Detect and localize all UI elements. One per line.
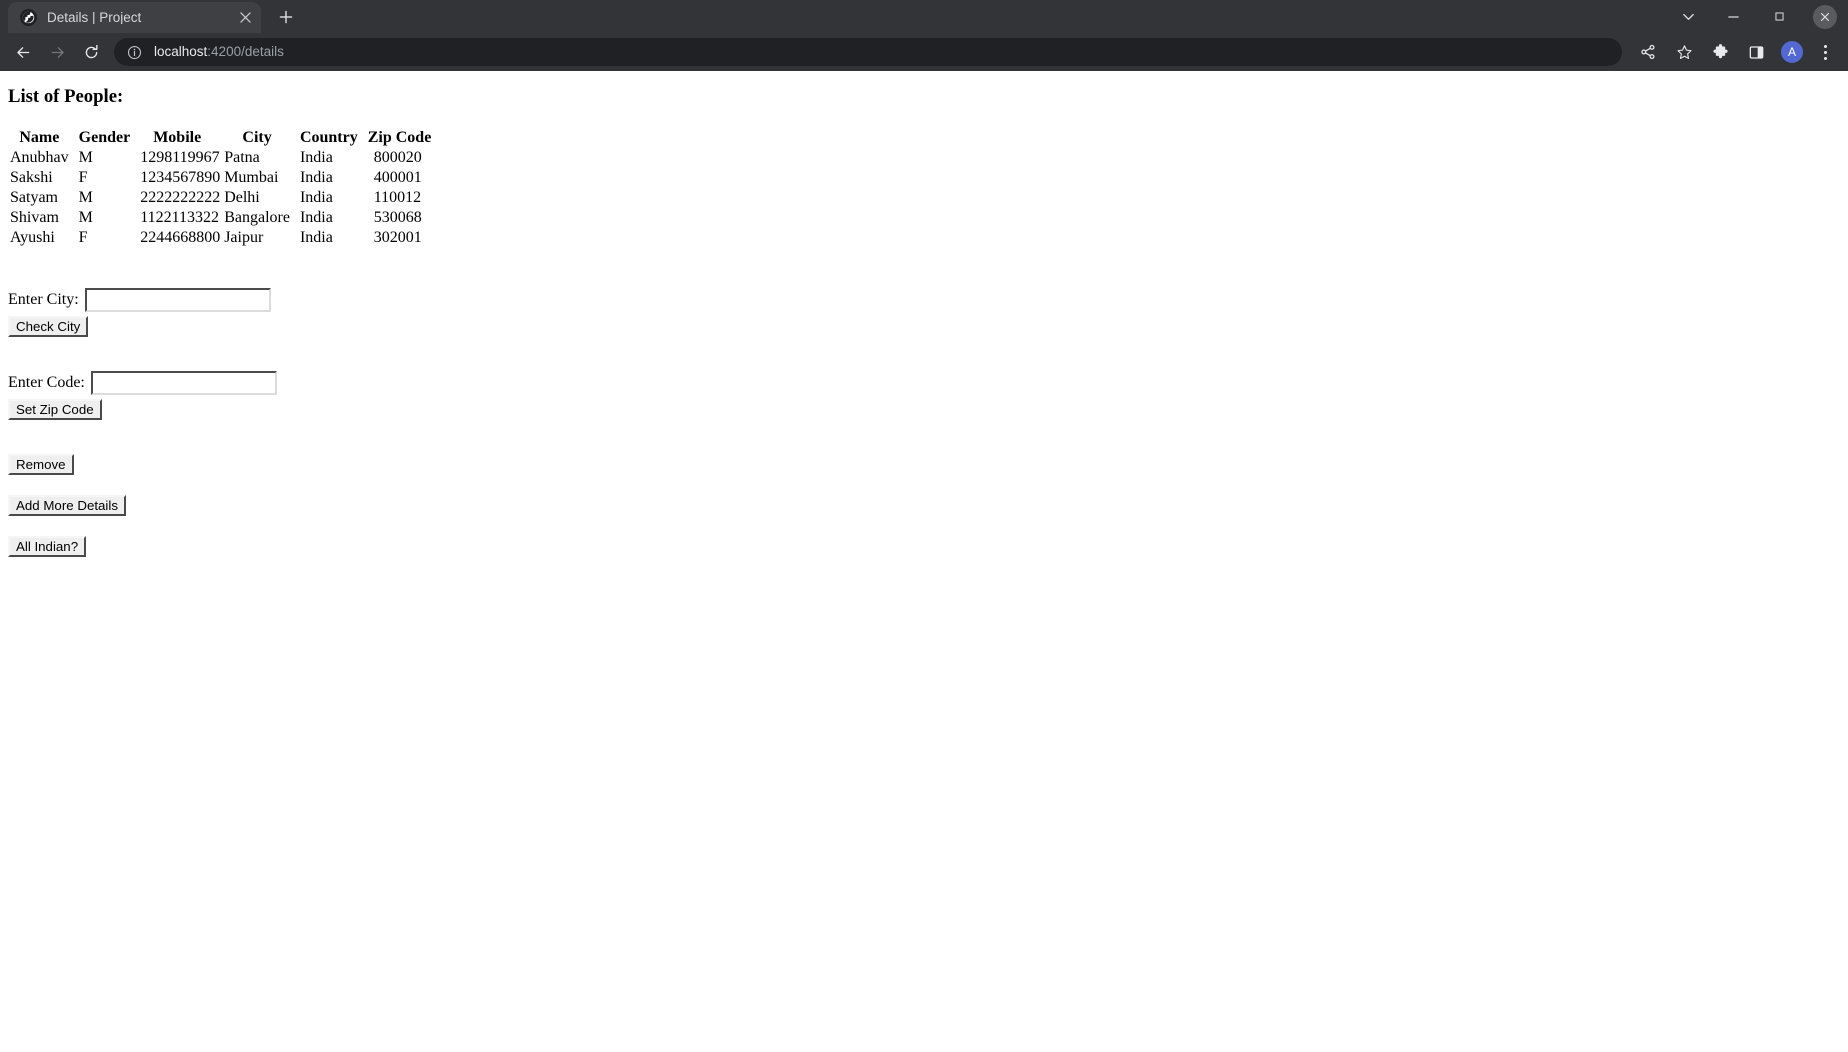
- address-bar[interactable]: localhost:4200/details: [114, 38, 1622, 66]
- browser-window: Details | Project localhost:4200/details…: [0, 0, 1848, 1052]
- cell-country: India: [299, 168, 333, 186]
- cell-country: India: [299, 208, 333, 226]
- cell-country: India: [299, 228, 333, 246]
- extensions-puzzle-icon[interactable]: [1705, 37, 1735, 67]
- column-header-mobile: Mobile: [153, 128, 202, 146]
- bookmark-star-icon[interactable]: [1669, 37, 1699, 67]
- column-header-zip: Zip Code: [367, 128, 432, 146]
- cell-mobile: 1234567890: [140, 168, 221, 186]
- cell-city: Bangalore: [224, 208, 290, 226]
- page-title: List of People:: [8, 86, 124, 107]
- code-label: Enter Code:: [8, 373, 85, 391]
- cell-name: Satyam: [10, 188, 58, 206]
- add-more-details-row: Add More Details: [8, 494, 1840, 516]
- tab-strip: Details | Project: [0, 0, 1848, 33]
- check-city-button[interactable]: Check City: [8, 315, 89, 337]
- avatar: A: [1781, 41, 1803, 63]
- info-circle-icon[interactable]: [126, 44, 142, 60]
- column-header-gender: Gender: [78, 128, 131, 146]
- address-bar-text: localhost:4200/details: [154, 45, 284, 59]
- browser-tab-details[interactable]: Details | Project: [8, 2, 261, 33]
- window-controls: [1666, 0, 1848, 33]
- globe-icon: [20, 9, 37, 26]
- city-form-row: Enter City:: [8, 287, 1840, 312]
- minimize-icon[interactable]: [1710, 0, 1756, 33]
- forward-button-icon[interactable]: [40, 37, 74, 67]
- table-row: Satyam M 2222222222 Delhi India 110012: [8, 188, 439, 208]
- table-row: Ayushi F 2244668800 Jaipur India 302001: [8, 228, 439, 248]
- table-header-row: Name Gender Mobile City Country Zip Code: [8, 128, 439, 148]
- cell-gender: F: [78, 228, 88, 246]
- page-viewport: List of People: Name Gender Mobile City …: [0, 71, 1848, 1052]
- table-row: Anubhav M 1298119967 Patna India 800020: [8, 148, 439, 168]
- cell-city: Delhi: [224, 188, 260, 206]
- all-indian-row: All Indian?: [8, 535, 1840, 557]
- reload-button-icon[interactable]: [74, 37, 108, 67]
- cell-name: Sakshi: [10, 168, 53, 186]
- column-header-city: City: [242, 128, 272, 146]
- people-table-body: Anubhav M 1298119967 Patna India 800020 …: [8, 148, 439, 248]
- cell-name: Anubhav: [10, 148, 69, 166]
- set-zip-code-button[interactable]: Set Zip Code: [8, 398, 102, 420]
- remove-row: Remove: [8, 453, 1840, 475]
- address-bar-host: localhost: [154, 45, 208, 59]
- tab-search-chevron-down-icon[interactable]: [1666, 0, 1710, 33]
- tab-title: Details | Project: [47, 10, 142, 25]
- cell-country: India: [299, 188, 333, 206]
- cell-gender: M: [78, 208, 93, 226]
- chrome-menu-icon[interactable]: [1812, 37, 1838, 67]
- cell-mobile: 2244668800: [140, 228, 221, 246]
- remove-button[interactable]: Remove: [8, 453, 74, 475]
- add-more-details-button[interactable]: Add More Details: [8, 494, 126, 516]
- browser-toolbar: localhost:4200/details A: [0, 33, 1848, 71]
- set-zip-code-row: Set Zip Code: [8, 398, 1840, 420]
- cell-zip: 302001: [373, 228, 422, 246]
- cell-mobile: 2222222222: [140, 188, 221, 206]
- address-bar-path: :4200/details: [207, 45, 284, 59]
- column-header-name: Name: [19, 128, 60, 146]
- code-input[interactable]: [90, 370, 277, 395]
- cell-city: Patna: [224, 148, 260, 166]
- back-button-icon[interactable]: [6, 37, 40, 67]
- table-row: Sakshi F 1234567890 Mumbai India 400001: [8, 168, 439, 188]
- code-form-row: Enter Code:: [8, 370, 1840, 395]
- cell-country: India: [299, 148, 333, 166]
- column-header-country: Country: [299, 128, 358, 146]
- table-row: Shivam M 1122113322 Bangalore India 5300…: [8, 208, 439, 228]
- cell-zip: 530068: [373, 208, 422, 226]
- close-icon[interactable]: [1802, 0, 1848, 33]
- cell-zip: 800020: [373, 148, 422, 166]
- cell-mobile: 1122113322: [140, 208, 220, 226]
- cell-zip: 110012: [373, 188, 422, 206]
- cell-gender: F: [78, 168, 88, 186]
- maximize-icon[interactable]: [1756, 0, 1802, 33]
- cell-city: Mumbai: [224, 168, 279, 186]
- tab-close-icon[interactable]: [235, 8, 255, 28]
- check-city-row: Check City: [8, 315, 1840, 337]
- cell-mobile: 1298119967: [140, 148, 220, 166]
- share-icon[interactable]: [1633, 37, 1663, 67]
- all-indian-button[interactable]: All Indian?: [8, 535, 87, 557]
- profile-avatar[interactable]: A: [1777, 37, 1807, 67]
- details-page: List of People: Name Gender Mobile City …: [8, 79, 1840, 557]
- cell-zip: 400001: [373, 168, 422, 186]
- city-input[interactable]: [84, 287, 271, 312]
- people-table: Name Gender Mobile City Country Zip Code…: [8, 128, 439, 248]
- cell-name: Ayushi: [10, 228, 55, 246]
- cell-name: Shivam: [10, 208, 59, 226]
- side-panel-icon[interactable]: [1741, 37, 1771, 67]
- cell-city: Jaipur: [224, 228, 264, 246]
- city-label: Enter City:: [8, 290, 79, 308]
- new-tab-button[interactable]: [271, 2, 301, 32]
- people-table-head: Name Gender Mobile City Country Zip Code: [8, 128, 439, 148]
- cell-gender: M: [78, 188, 93, 206]
- cell-gender: M: [78, 148, 93, 166]
